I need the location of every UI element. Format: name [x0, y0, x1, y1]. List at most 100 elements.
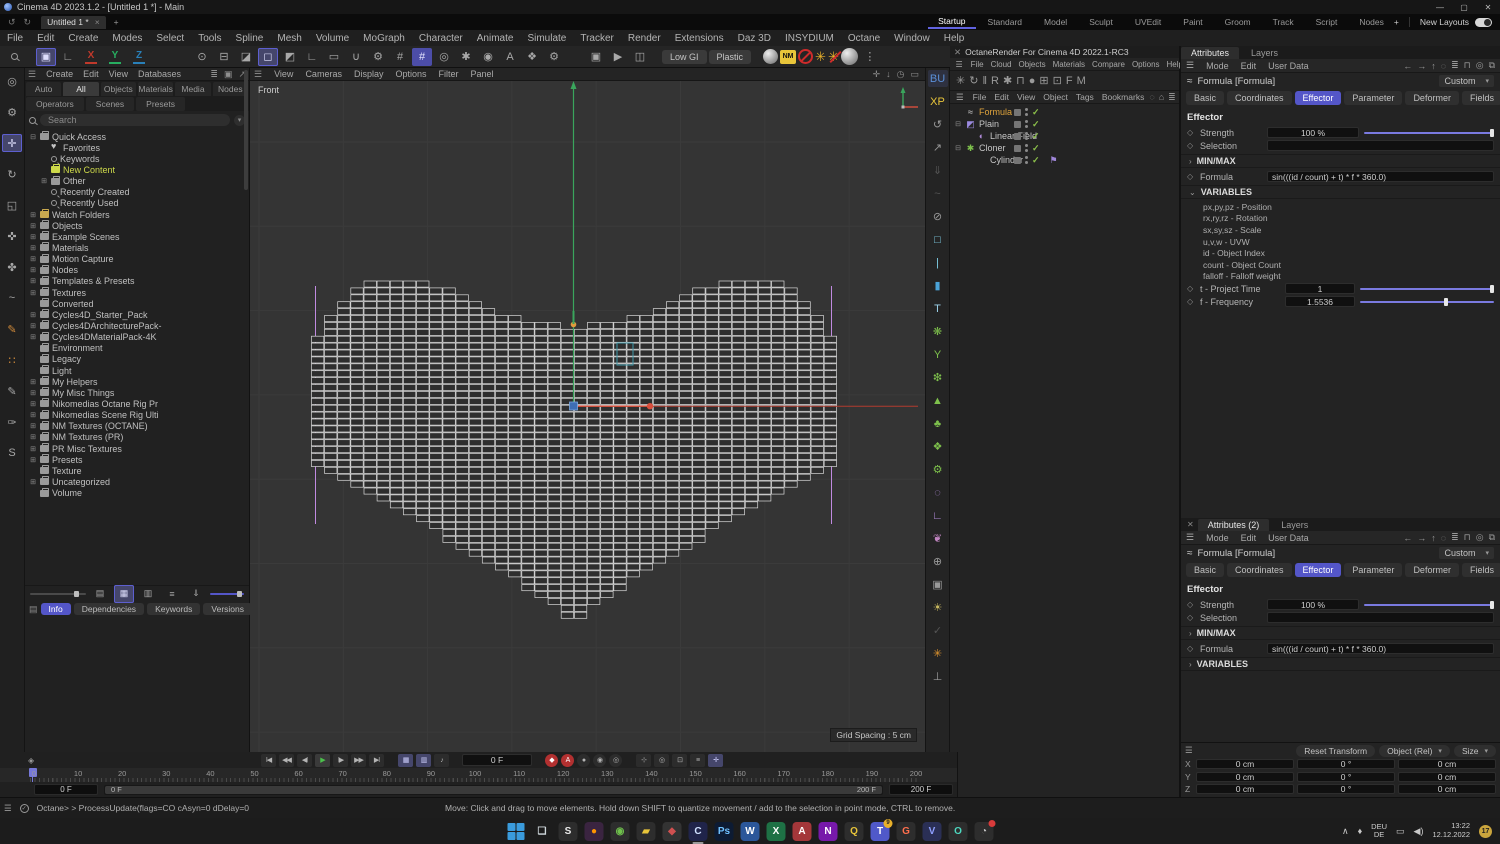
close-icon[interactable]: ✕	[1181, 520, 1196, 529]
autokey-button[interactable]: A	[561, 753, 574, 767]
asset-menu-item-edit[interactable]: Edit	[78, 69, 104, 79]
preview-range-bar[interactable]: 0 F 200 F	[104, 784, 883, 795]
rotate-tool[interactable]: ↻	[2, 165, 22, 183]
t-field[interactable]: 1	[1285, 283, 1355, 295]
hamburger-icon[interactable]: ☰	[1181, 60, 1199, 71]
menu-item-spline[interactable]: Spline	[229, 33, 271, 44]
array-button[interactable]: ♣	[928, 415, 948, 432]
material-ball-icon[interactable]: ●	[1029, 75, 1036, 87]
range-end-field[interactable]: 200 F	[889, 784, 953, 795]
strength-slider[interactable]	[1364, 600, 1494, 609]
record-keyframe-button[interactable]: ◆	[545, 753, 558, 767]
hamburger-icon[interactable]: ☰	[1185, 745, 1193, 756]
enabled-check-icon[interactable]: ✓	[1032, 143, 1040, 154]
asset-filter-tab-auto[interactable]: Auto	[26, 82, 62, 96]
viewport-front[interactable]: Front Grid Spacing : 5 cm	[250, 81, 925, 752]
multi-move-tool[interactable]: ✤	[2, 258, 22, 276]
tab-close-icon[interactable]: ×	[95, 17, 100, 27]
popout-icon[interactable]: ⧉	[1489, 532, 1495, 543]
popout-icon[interactable]: ⧉	[1489, 60, 1495, 71]
attr-menu-edit[interactable]: Edit	[1236, 61, 1262, 71]
settings-gear-icon[interactable]: ✱	[1003, 74, 1012, 87]
lock-icon[interactable]: ⊓	[1464, 532, 1471, 543]
attr-menu-edit[interactable]: Edit	[1236, 533, 1262, 543]
render-view-button[interactable]: ▣	[586, 48, 606, 66]
camera-button[interactable]: ▣	[928, 576, 948, 593]
hamburger-icon[interactable]: ☰	[25, 69, 39, 80]
attr-tab-basic[interactable]: Basic	[1186, 563, 1225, 577]
workplane-mode-button[interactable]: ▭	[324, 48, 344, 66]
visibility-dots[interactable]	[1025, 108, 1028, 116]
name-column-slider[interactable]	[30, 590, 86, 597]
menu-item-edit[interactable]: Edit	[30, 33, 61, 44]
attr-tab-basic[interactable]: Basic	[1186, 91, 1225, 105]
language-indicator[interactable]: DEU DE	[1371, 822, 1387, 840]
tree-item-objects[interactable]: ⊞ Objects	[25, 220, 249, 231]
enabled-check-icon[interactable]: ✓	[1032, 107, 1040, 118]
dots-tool[interactable]: ∷	[2, 351, 22, 369]
size-field[interactable]: 0 cm	[1398, 759, 1496, 770]
polygons-mode-button[interactable]: ◪	[236, 48, 256, 66]
joint-button[interactable]: Y	[928, 346, 948, 363]
goto-start-button[interactable]: I◀	[261, 753, 276, 767]
tree-item-motion-capture[interactable]: ⊞ Motion Capture	[25, 253, 249, 265]
character-button[interactable]: ❇	[928, 369, 948, 386]
monitor-icon[interactable]: ▭	[910, 69, 919, 80]
null-button[interactable]: ∟	[928, 507, 948, 524]
ink-tool[interactable]: ✑	[2, 413, 22, 431]
attr-menu-mode[interactable]: Mode	[1201, 61, 1234, 71]
tree-item-light[interactable]: Light	[25, 365, 249, 376]
octane-object-button[interactable]: ✳	[928, 645, 948, 662]
attr-tab-coordinates[interactable]: Coordinates	[1227, 563, 1292, 577]
dolly-icon[interactable]: ↓	[886, 69, 891, 80]
rectangle-spline-button[interactable]: □	[928, 231, 948, 248]
add-layout-button[interactable]: +	[1394, 17, 1399, 27]
viewport-menu-item-panel[interactable]: Panel	[465, 69, 500, 79]
detail-view-icon[interactable]: ▥	[138, 585, 158, 603]
tree-item-watch-folders[interactable]: ⊞ Watch Folders	[25, 209, 249, 220]
visibility-dots[interactable]	[1025, 120, 1028, 128]
visibility-dots[interactable]	[1025, 144, 1028, 152]
f-slider[interactable]	[1360, 297, 1494, 306]
tree-item-my-misc-things[interactable]: ⊞ My Misc Things	[25, 387, 249, 398]
attributes-tab-attributes[interactable]: Attributes	[1181, 46, 1240, 59]
refresh-icon[interactable]: ↻	[969, 74, 978, 87]
hamburger-icon[interactable]: ☰	[952, 92, 968, 103]
tree-item-texture[interactable]: Texture	[25, 465, 249, 476]
minmax-group[interactable]: › MIN/MAX	[1181, 154, 1500, 168]
download-icon[interactable]: ⇓	[186, 585, 206, 603]
menu-item-insydium[interactable]: INSYDIUM	[778, 33, 841, 44]
layout-tab-paint[interactable]: Paint	[1173, 16, 1212, 28]
points-mode-button[interactable]: ⊙	[192, 48, 212, 66]
new-tab-button[interactable]: +	[114, 17, 119, 27]
object-linear-field[interactable]: ◐ Linear Field ✓	[950, 130, 1179, 142]
tree-item-converted[interactable]: Converted	[25, 298, 249, 309]
object-manager-menu-item-file[interactable]: File	[969, 92, 991, 102]
bullet-tag-button[interactable]: BU	[927, 70, 948, 87]
spline-tool[interactable]: S	[2, 444, 22, 462]
tree-item-cycles4d-starter-pack[interactable]: ⊞ Cycles4D_Starter_Pack	[25, 309, 249, 320]
field-circle-button[interactable]: ◌	[928, 484, 948, 501]
preset-dropdown[interactable]: Custom ▾	[1439, 75, 1494, 87]
current-frame-field[interactable]: 0 F	[462, 754, 532, 766]
menu-item-select[interactable]: Select	[149, 33, 191, 44]
back-icon[interactable]: ←	[1403, 61, 1412, 71]
focus-picker-icon[interactable]: F	[1066, 75, 1073, 87]
layer-chip[interactable]	[1014, 132, 1021, 140]
attr-tab-fields[interactable]: Fields	[1461, 91, 1500, 105]
new-layouts-button[interactable]: New Layouts	[1408, 17, 1469, 27]
menu-item-daz-3d[interactable]: Daz 3D	[731, 33, 778, 44]
strength-slider[interactable]	[1364, 128, 1494, 137]
minmax-group[interactable]: › MIN/MAX	[1181, 626, 1500, 640]
grid-view-icon[interactable]: ▦	[114, 584, 134, 603]
sound-toggle[interactable]: ♪	[434, 753, 449, 767]
search-icon[interactable]: ◌	[1441, 61, 1446, 71]
teams-icon[interactable]: T9	[870, 818, 893, 841]
maximize-button[interactable]: ▢	[1452, 3, 1476, 12]
tray-chevron-icon[interactable]: ∧	[1342, 826, 1349, 837]
attr-menu-user-data[interactable]: User Data	[1263, 61, 1314, 71]
pause-icon[interactable]: ‖	[982, 75, 987, 87]
tree-item-my-helpers[interactable]: ⊞ My Helpers	[25, 376, 249, 387]
position-field[interactable]: 0 cm	[1196, 771, 1294, 782]
axis-lock-button-y[interactable]: Y	[104, 48, 126, 66]
